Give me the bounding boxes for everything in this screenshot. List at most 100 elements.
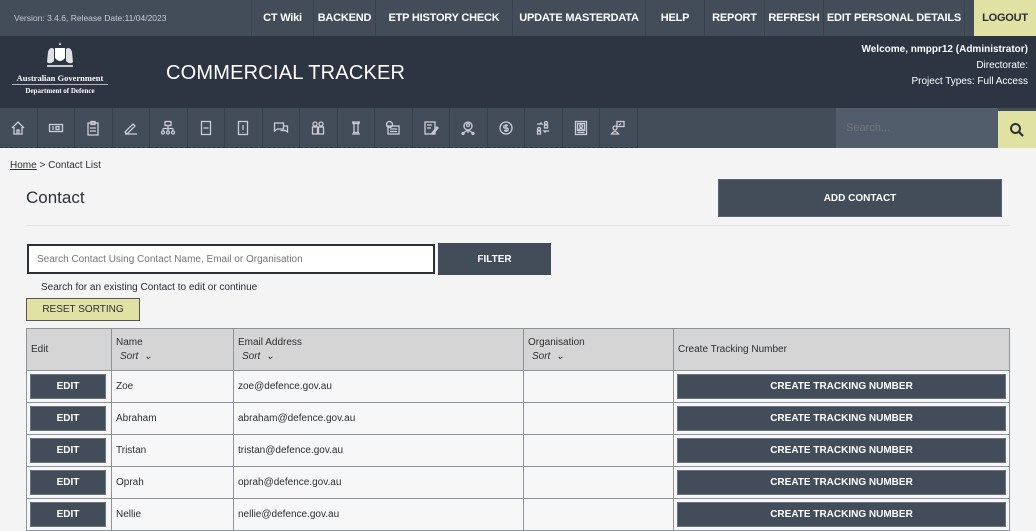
create-tracking-number-button[interactable]: CREATE TRACKING NUMBER [677,438,1006,463]
breadcrumb: Home > Contact List [10,160,101,171]
presenter-icon [610,120,625,135]
user-info: Welcome, nmppr12 (Administrator) Directo… [861,42,1028,90]
toolbar-button-chat[interactable] [262,108,300,148]
table-row: EDIT Zoe zoe@defence.gov.au CREATE TRACKING… [26,370,1010,403]
department-name: Department of Defence [25,87,95,95]
search-hint: Search for an existing Contact to edit o… [41,282,258,293]
nav-ct-wiki[interactable]: CT Wiki [252,0,314,36]
info-document-icon [238,120,249,135]
edit-button[interactable]: EDIT [30,502,106,527]
organisation-cell [523,402,674,435]
billing-icon [386,120,400,135]
ticket-icon [48,123,63,132]
toolbar-button-org-chart[interactable] [150,108,188,148]
organisation-cell [523,434,674,467]
add-contact-button[interactable]: ADD CONTACT [718,179,1002,217]
pillar-icon [351,120,360,135]
toolbar-button-pen[interactable] [112,108,150,148]
name-cell: Abraham [111,402,234,435]
toolbar-button-document[interactable] [187,108,225,148]
sort-label: Sort [120,351,139,362]
nav-help[interactable]: HELP [646,0,705,36]
create-tracking-number-button[interactable]: CREATE TRACKING NUMBER [677,406,1006,431]
toolbar-button-users[interactable] [300,108,338,148]
global-search-input[interactable] [836,108,998,148]
network-user-icon [461,120,475,135]
name-cell: Oprah [111,466,234,499]
edit-cell: EDIT [26,402,112,435]
search-button[interactable] [998,111,1036,148]
toolbar-button-home[interactable] [0,108,38,148]
breadcrumb-current: Contact List [48,160,101,171]
nav-report[interactable]: REPORT [705,0,765,36]
reset-sorting-button[interactable]: RESET SORTING [26,298,140,321]
divider [26,225,1010,226]
government-logo: Australian Government Department of Defe… [12,40,108,104]
create-tracking-number-button[interactable]: CREATE TRACKING NUMBER [677,470,1006,495]
sort-name-dropdown[interactable]: Sort ⌄ [116,351,229,362]
coat-of-arms-icon [47,42,73,67]
edit-button[interactable]: EDIT [30,438,106,463]
id-card-icon [574,120,587,135]
sort-email-dropdown[interactable]: Sort ⌄ [238,351,519,362]
toolbar-button-billing[interactable] [375,108,413,148]
project-types-text: Project Types: Full Access [911,76,1028,87]
app-title: COMMERCIAL TRACKER [166,62,406,84]
sort-label: Sort [242,351,261,362]
toolbar-button-network-user[interactable] [450,108,488,148]
app-header: Australian Government Department of Defe… [0,36,1036,108]
directorate-text: Directorate: [976,60,1028,71]
breadcrumb-home-link[interactable]: Home [10,160,37,171]
table-row: EDIT Abraham abraham@defence.gov.au CREATE … [26,402,1010,435]
header-edit: Edit [26,328,112,371]
toolbar-button-dollar-cycle[interactable] [487,108,525,148]
transfer-users-icon [537,120,550,135]
create-tracking-cell: CREATE TRACKING NUMBER [673,466,1010,499]
org-chart-icon [161,120,176,135]
toolbar-button-ticket[interactable] [37,108,75,148]
nav-refresh[interactable]: REFRESH [765,0,824,36]
create-tracking-number-button[interactable]: CREATE TRACKING NUMBER [677,374,1006,399]
search-icon [1010,122,1024,137]
toolbar-button-info-document[interactable] [225,108,263,148]
nav-etp-history-check[interactable]: ETP HISTORY CHECK [376,0,513,36]
chevron-down-icon: ⌄ [265,351,275,362]
top-navigation-bar: Version: 3.4.6, Release Date:11/04/2023 … [0,0,1036,36]
document-icon [200,120,211,135]
edit-cell: EDIT [26,466,112,499]
users-icon [312,120,325,135]
create-tracking-cell: CREATE TRACKING NUMBER [673,434,1010,467]
header-create-tracking: Create Tracking Number [673,328,1010,371]
contact-table: Edit Name Sort ⌄ Email Address Sort ⌄ Or… [26,328,1010,531]
create-tracking-cell: CREATE TRACKING NUMBER [673,402,1010,435]
edit-button[interactable]: EDIT [30,406,106,431]
toolbar-button-transfer-users[interactable] [525,108,563,148]
create-tracking-number-button[interactable]: CREATE TRACKING NUMBER [677,502,1006,527]
nav-update-masterdata[interactable]: UPDATE MASTERDATA [513,0,646,36]
government-name: Australian Government [12,73,108,85]
toolbar-button-presenter[interactable] [600,108,638,148]
table-row: EDIT Tristan tristan@defence.gov.au CREATE … [26,434,1010,467]
filter-button[interactable]: FILTER [438,243,551,275]
nav-edit-personal-details[interactable]: EDIT PERSONAL DETAILS [824,0,965,36]
edit-button[interactable]: EDIT [30,470,106,495]
toolbar-button-pillar[interactable] [337,108,375,148]
sort-org-dropdown[interactable]: Sort ⌄ [528,351,669,362]
table-row: EDIT Oprah oprah@defence.gov.au CREATE TRAC… [26,466,1010,499]
edit-cell: EDIT [26,434,112,467]
breadcrumb-separator: > [36,160,49,171]
edit-button[interactable]: EDIT [30,374,106,399]
edit-document-icon [424,120,439,135]
toolbar-button-edit-document[interactable] [412,108,450,148]
contact-search-input[interactable] [27,244,435,274]
table-header-row: Edit Name Sort ⌄ Email Address Sort ⌄ Or… [26,328,1010,371]
organisation-cell [523,370,674,403]
welcome-text: Welcome, nmppr12 (Administrator) [861,44,1028,55]
toolbar-button-id-card[interactable] [562,108,600,148]
toolbar-button-clipboard[interactable] [75,108,113,148]
nav-backend[interactable]: BACKEND [314,0,376,36]
header-name-label: Name [116,337,143,348]
chat-icon [273,121,288,133]
name-cell: Zoe [111,370,234,403]
logout-button[interactable]: LOGOUT [974,0,1036,36]
